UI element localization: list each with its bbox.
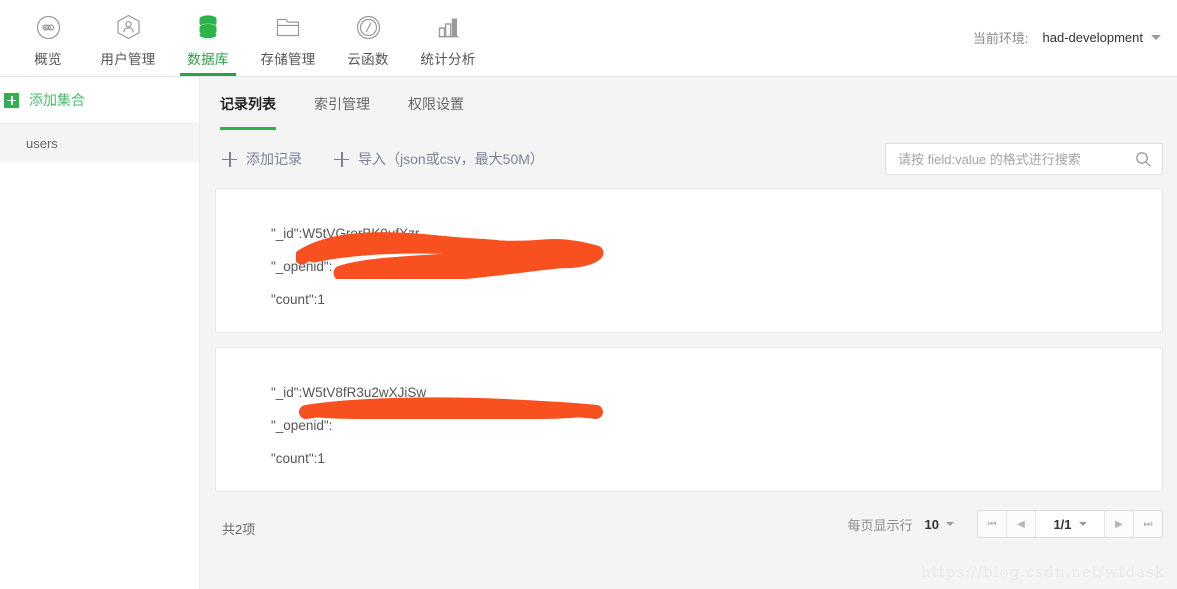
record-key-id: "_id": [271, 226, 303, 241]
plus-icon [334, 151, 349, 167]
environment-label: 当前环境: [972, 31, 1029, 46]
record-value-id: W5tV8fR3u2wXJiSw [302, 385, 427, 400]
nav-label-database: 数据库 [187, 52, 229, 67]
add-collection-button[interactable]: 添加集合 [0, 77, 199, 124]
record-key-openid: "_openid": [271, 418, 333, 433]
record-list: "_id":W5tVGrorBK9ufXzr "_openid": "count… [201, 188, 1177, 492]
nav-label-statistics: 统计分析 [420, 52, 476, 67]
import-button[interactable]: 导入 （json或csv，最大50M） [334, 149, 544, 169]
record-key-count: "count": [271, 292, 318, 307]
tab-record-list[interactable]: 记录列表 [220, 78, 276, 130]
record-field-count: "count":1 [271, 442, 1162, 475]
rows-per-page-select[interactable]: 10 [925, 517, 954, 532]
first-page-button[interactable]: ⏮ [978, 511, 1007, 537]
plus-icon [4, 92, 19, 108]
nav-item-user-management[interactable]: 用户管理 [88, 0, 168, 76]
first-page-icon: ⏮ [987, 518, 997, 530]
record-card[interactable]: "_id":W5tVGrorBK9ufXzr "_openid": "count… [215, 188, 1163, 333]
page-indicator-value: 1/1 [1053, 516, 1072, 532]
infinity-circle-icon [36, 13, 61, 41]
page-indicator[interactable]: 1/1 [1036, 511, 1105, 537]
folder-icon [275, 13, 301, 41]
nav-item-cloud-functions[interactable]: 云函数 [328, 0, 408, 76]
records-toolbar: 添加记录 导入 （json或csv，最大50M） [201, 130, 1177, 188]
environment-value: had-development [1042, 30, 1143, 45]
bar-chart-icon [436, 13, 461, 41]
nav-label-storage-management: 存储管理 [260, 52, 316, 67]
nav-label-overview: 概览 [34, 52, 62, 67]
plus-icon [222, 151, 237, 167]
total-count-label: 共2项 [222, 521, 256, 537]
last-page-button[interactable]: ⏭ [1134, 511, 1162, 537]
record-field-openid: "_openid": [271, 409, 1162, 442]
record-key-id: "_id": [271, 385, 303, 400]
pager-button-group: ⏮ ◀ 1/1 ▶ ⏭ [977, 510, 1163, 538]
rows-per-page-label: 每页显示行 [847, 517, 913, 533]
records-footer: 共2项 每页显示行 10 ⏮ ◀ 1/1 ▶ ⏭ [201, 506, 1177, 550]
search-box[interactable] [885, 143, 1163, 175]
watermark: https://blog.csdn.net/wtdask [921, 563, 1165, 581]
rows-per-page-value: 10 [924, 516, 939, 532]
record-card[interactable]: "_id":W5tV8fR3u2wXJiSw "_openid": "count… [215, 347, 1163, 492]
record-field-id: "_id":W5tV8fR3u2wXJiSw [271, 376, 1162, 409]
record-value-count: 1 [317, 292, 325, 307]
record-field-openid: "_openid": [271, 250, 1162, 283]
nav-item-database[interactable]: 数据库 [168, 0, 248, 76]
import-hint: （json或csv，最大50M） [386, 151, 544, 167]
database-icon [196, 13, 220, 41]
next-page-button[interactable]: ▶ [1105, 511, 1134, 537]
tab-index-management[interactable]: 索引管理 [314, 78, 370, 130]
last-page-icon: ⏭ [1143, 518, 1153, 530]
main-panel: 记录列表 索引管理 权限设置 添加记录 导入 （json或csv，最大50M） [201, 77, 1177, 589]
top-navigation-bar: 概览 用户管理 数据库 存储管理 云函数 统计分析 当前环境: had-deve… [0, 0, 1177, 77]
nav-label-user-management: 用户管理 [100, 52, 156, 67]
chevron-down-icon [1151, 35, 1161, 40]
nav-item-overview[interactable]: 概览 [8, 0, 88, 76]
nav-item-statistics[interactable]: 统计分析 [408, 0, 488, 76]
tab-permission-settings[interactable]: 权限设置 [408, 78, 464, 130]
prev-page-icon: ◀ [1017, 518, 1025, 530]
tab-label-index-management: 索引管理 [314, 96, 370, 112]
nav-label-cloud-functions: 云函数 [347, 52, 389, 67]
add-record-label: 添加记录 [246, 151, 302, 167]
chevron-down-icon [1078, 522, 1087, 526]
tab-label-permission-settings: 权限设置 [408, 96, 464, 112]
sidebar-item-users[interactable]: users [0, 124, 199, 162]
next-page-icon: ▶ [1115, 518, 1123, 530]
add-collection-label: 添加集合 [29, 92, 85, 108]
slash-circle-icon [356, 13, 381, 41]
collections-sidebar: 添加集合 users [0, 77, 200, 589]
environment-selector[interactable]: 当前环境: had-development [973, 28, 1161, 47]
pagination-controls: 每页显示行 10 ⏮ ◀ 1/1 ▶ ⏭ [848, 510, 1163, 538]
import-label: 导入 [358, 151, 386, 167]
add-record-button[interactable]: 添加记录 [222, 149, 302, 169]
search-icon[interactable] [1135, 151, 1152, 168]
record-field-id: "_id":W5tVGrorBK9ufXzr [271, 217, 1162, 250]
record-key-openid: "_openid": [271, 259, 333, 274]
record-value-id: W5tVGrorBK9ufXzr [302, 226, 420, 241]
top-nav-items: 概览 用户管理 数据库 存储管理 云函数 统计分析 [8, 0, 488, 76]
record-field-count: "count":1 [271, 283, 1162, 316]
record-key-count: "count": [271, 451, 318, 466]
tab-bar: 记录列表 索引管理 权限设置 [201, 77, 1177, 130]
collection-name: users [26, 135, 58, 151]
search-input[interactable] [886, 151, 1135, 167]
user-hexagon-icon [116, 13, 141, 41]
record-value-count: 1 [317, 451, 325, 466]
nav-item-storage-management[interactable]: 存储管理 [248, 0, 328, 76]
tab-label-record-list: 记录列表 [220, 96, 276, 112]
prev-page-button[interactable]: ◀ [1007, 511, 1036, 537]
chevron-down-icon [946, 522, 954, 526]
